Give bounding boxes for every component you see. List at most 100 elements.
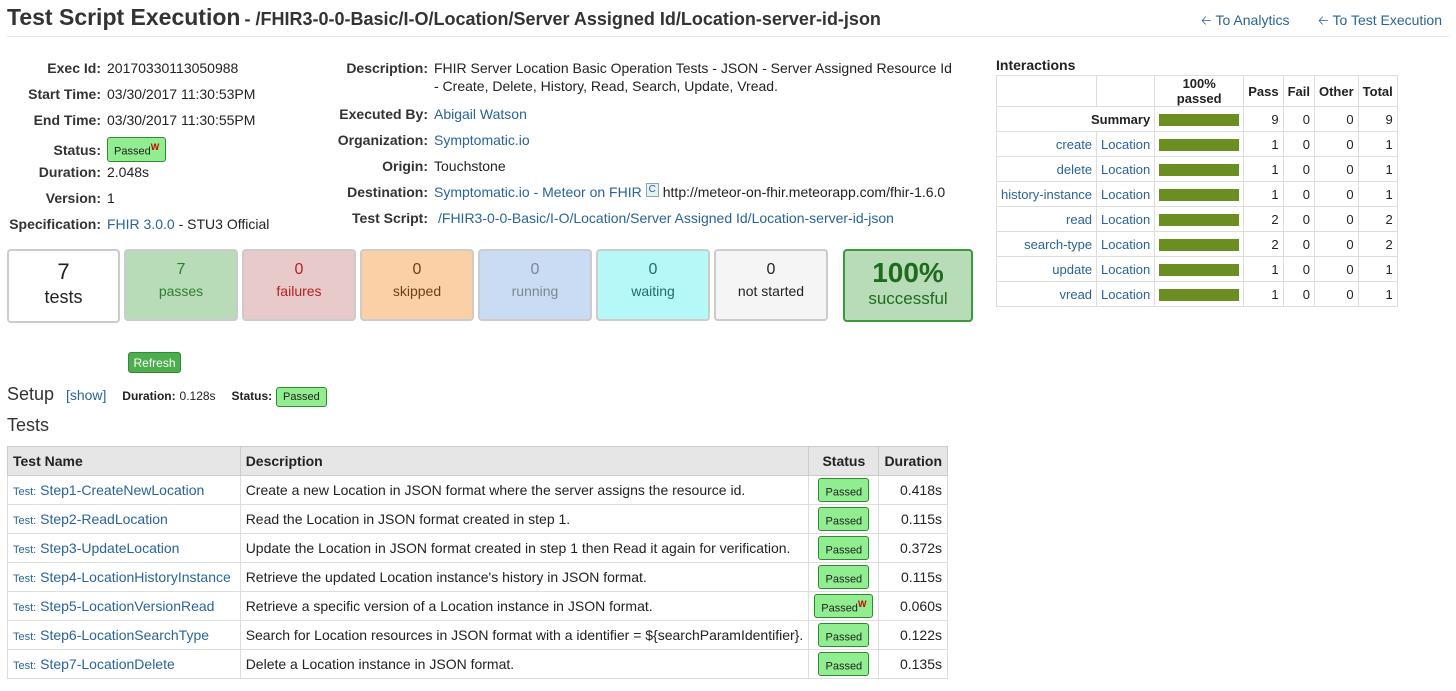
setup-duration-label: Duration: xyxy=(122,389,176,403)
test-duration: 0.115s xyxy=(878,504,948,534)
specification-row: Specification: FHIR 3.0.0 - STU3 Official xyxy=(0,215,269,233)
test-description: Retrieve the updated Location instance's… xyxy=(239,562,810,592)
description-row: Description: FHIR Server Location Basic O… xyxy=(300,59,952,95)
interaction-fail: 0 xyxy=(1282,156,1315,182)
interaction-operation-link[interactable]: vread xyxy=(995,281,1098,307)
interaction-operation-link[interactable]: search-type xyxy=(995,231,1098,257)
col-passed-percent: 100% passed xyxy=(1154,75,1245,107)
test-name-link[interactable]: Step7-LocationDelete xyxy=(40,656,175,672)
test-description: Create a new Location in JSON format whe… xyxy=(239,475,810,505)
interaction-pass: 1 xyxy=(1243,256,1284,282)
test-duration: 0.060s xyxy=(878,591,948,621)
test-prefix: Test: xyxy=(13,573,37,585)
interaction-resource-link[interactable]: Location xyxy=(1096,206,1156,232)
destination-row: Destination: Symptomatic.io - Meteor on F… xyxy=(300,183,945,201)
specification-link[interactable]: FHIR 3.0.0 xyxy=(107,216,175,232)
waiting-count: 0 xyxy=(648,261,658,278)
tests-title: Tests xyxy=(7,415,50,435)
skipped-label: skipped xyxy=(392,283,442,299)
interaction-pass: 2 xyxy=(1243,231,1284,257)
destination-label: Destination: xyxy=(347,184,428,200)
interaction-resource-link[interactable]: Location xyxy=(1096,131,1156,157)
executed-by-label: Executed By: xyxy=(339,106,428,122)
warning-marker: W xyxy=(150,142,160,152)
interaction-row: read Location 2 0 0 2 xyxy=(995,206,1398,232)
table-row: Test: Step3-UpdateLocation Update the Loc… xyxy=(7,533,948,563)
interaction-total: 1 xyxy=(1357,131,1398,157)
interaction-row: vread Location 1 0 0 1 xyxy=(995,281,1398,307)
interaction-row: create Location 1 0 0 1 xyxy=(995,131,1398,157)
col-test-name: Test Name xyxy=(7,446,241,476)
interaction-resource-link[interactable]: Location xyxy=(1096,181,1156,207)
page-title: Test Script Execution - /FHIR3-0-0-Basic/… xyxy=(7,4,881,31)
interaction-resource-link[interactable]: Location xyxy=(1096,156,1156,182)
interaction-operation-link[interactable]: history-instance xyxy=(995,181,1098,207)
interaction-resource-link[interactable]: Location xyxy=(1096,231,1156,257)
interaction-operation-link[interactable]: create xyxy=(995,131,1098,157)
interaction-resource-link[interactable]: Location xyxy=(1096,281,1156,307)
test-name-link[interactable]: Step6-LocationSearchType xyxy=(40,627,209,643)
interaction-resource-link[interactable]: Location xyxy=(1096,256,1156,282)
origin-value: Touchstone xyxy=(434,158,506,174)
success-label: successful xyxy=(868,289,948,308)
test-name-link[interactable]: Step4-LocationHistoryInstance xyxy=(40,569,231,585)
summary-fail: 0 xyxy=(1282,106,1315,132)
page-title-text: Test Script Execution xyxy=(7,4,241,30)
interactions-title: Interactions xyxy=(996,57,1076,73)
col-resource xyxy=(1096,75,1156,107)
test-description: Delete a Location instance in JSON forma… xyxy=(239,649,810,679)
duration-label: Duration: xyxy=(38,164,101,180)
specification-rest: - STU3 Official xyxy=(178,216,270,232)
interaction-fail: 0 xyxy=(1282,281,1315,307)
organization-label: Organization: xyxy=(337,132,428,148)
col-duration: Duration xyxy=(878,446,948,476)
interaction-other: 0 xyxy=(1313,131,1359,157)
setup-show-link[interactable]: [show] xyxy=(66,387,106,403)
skipped-count: 0 xyxy=(412,261,422,278)
test-prefix: Test: xyxy=(13,515,37,527)
copy-icon[interactable]: C xyxy=(645,183,659,197)
tests-label: tests xyxy=(44,287,83,307)
test-name-link[interactable]: Step5-LocationVersionRead xyxy=(40,598,214,614)
test-duration: 0.115s xyxy=(878,562,948,592)
test-name-link[interactable]: Step1-CreateNewLocation xyxy=(40,482,204,498)
test-name-link[interactable]: Step3-UpdateLocation xyxy=(40,540,179,556)
to-test-execution-link[interactable]: 🡠 To Test Execution xyxy=(1318,12,1442,34)
table-row: Test: Step1-CreateNewLocation Create a ne… xyxy=(7,475,948,505)
interaction-operation-link[interactable]: read xyxy=(995,206,1098,232)
test-name-link[interactable]: Step2-ReadLocation xyxy=(40,511,168,527)
test-duration: 0.418s xyxy=(878,475,948,505)
interactions-summary-row: Summary 9 0 0 9 xyxy=(995,106,1398,132)
destination-link[interactable]: Symptomatic.io - Meteor on FHIR xyxy=(434,184,642,200)
table-row: Test: Step2-ReadLocation Read the Locatio… xyxy=(7,504,948,534)
test-script-link[interactable]: /FHIR3-0-0-Basic/I-O/Location/Server Ass… xyxy=(438,209,894,227)
refresh-button[interactable]: Refresh xyxy=(128,352,181,373)
skipped-box: 0 skipped xyxy=(360,249,474,321)
to-analytics-link[interactable]: 🡠 To Analytics xyxy=(1201,12,1289,34)
not-started-box: 0 not started xyxy=(714,249,828,321)
interaction-other: 0 xyxy=(1313,256,1359,282)
executed-by-link[interactable]: Abigail Watson xyxy=(434,105,527,123)
summary-other: 0 xyxy=(1313,106,1359,132)
test-status-badge: Passed xyxy=(818,651,870,677)
test-status-text: Passed xyxy=(825,515,863,528)
failures-label: failures xyxy=(276,283,322,299)
pass-bar xyxy=(1159,264,1240,277)
summary-total: 9 xyxy=(1357,106,1398,132)
setup-title: Setup xyxy=(7,384,55,404)
pass-bar xyxy=(1159,214,1240,227)
table-row: Test: Step5-LocationVersionRead Retrieve … xyxy=(7,591,948,621)
interaction-operation-link[interactable]: delete xyxy=(995,156,1098,182)
pass-bar xyxy=(1159,189,1240,202)
organization-link[interactable]: Symptomatic.io xyxy=(434,131,530,149)
interaction-operation-link[interactable]: update xyxy=(995,256,1098,282)
start-time-row: Start Time: 03/30/2017 11:30:53PM xyxy=(0,85,255,103)
test-name-cell: Test: Step4-LocationHistoryInstance xyxy=(7,562,241,592)
test-status-text: Passed xyxy=(825,660,863,673)
setup-status-label: Status: xyxy=(231,389,273,403)
col-operation xyxy=(995,75,1098,107)
interaction-pass: 2 xyxy=(1243,206,1284,232)
success-box: 100% successful xyxy=(843,249,973,322)
test-name-cell: Test: Step7-LocationDelete xyxy=(7,649,241,679)
test-prefix: Test: xyxy=(13,631,37,643)
